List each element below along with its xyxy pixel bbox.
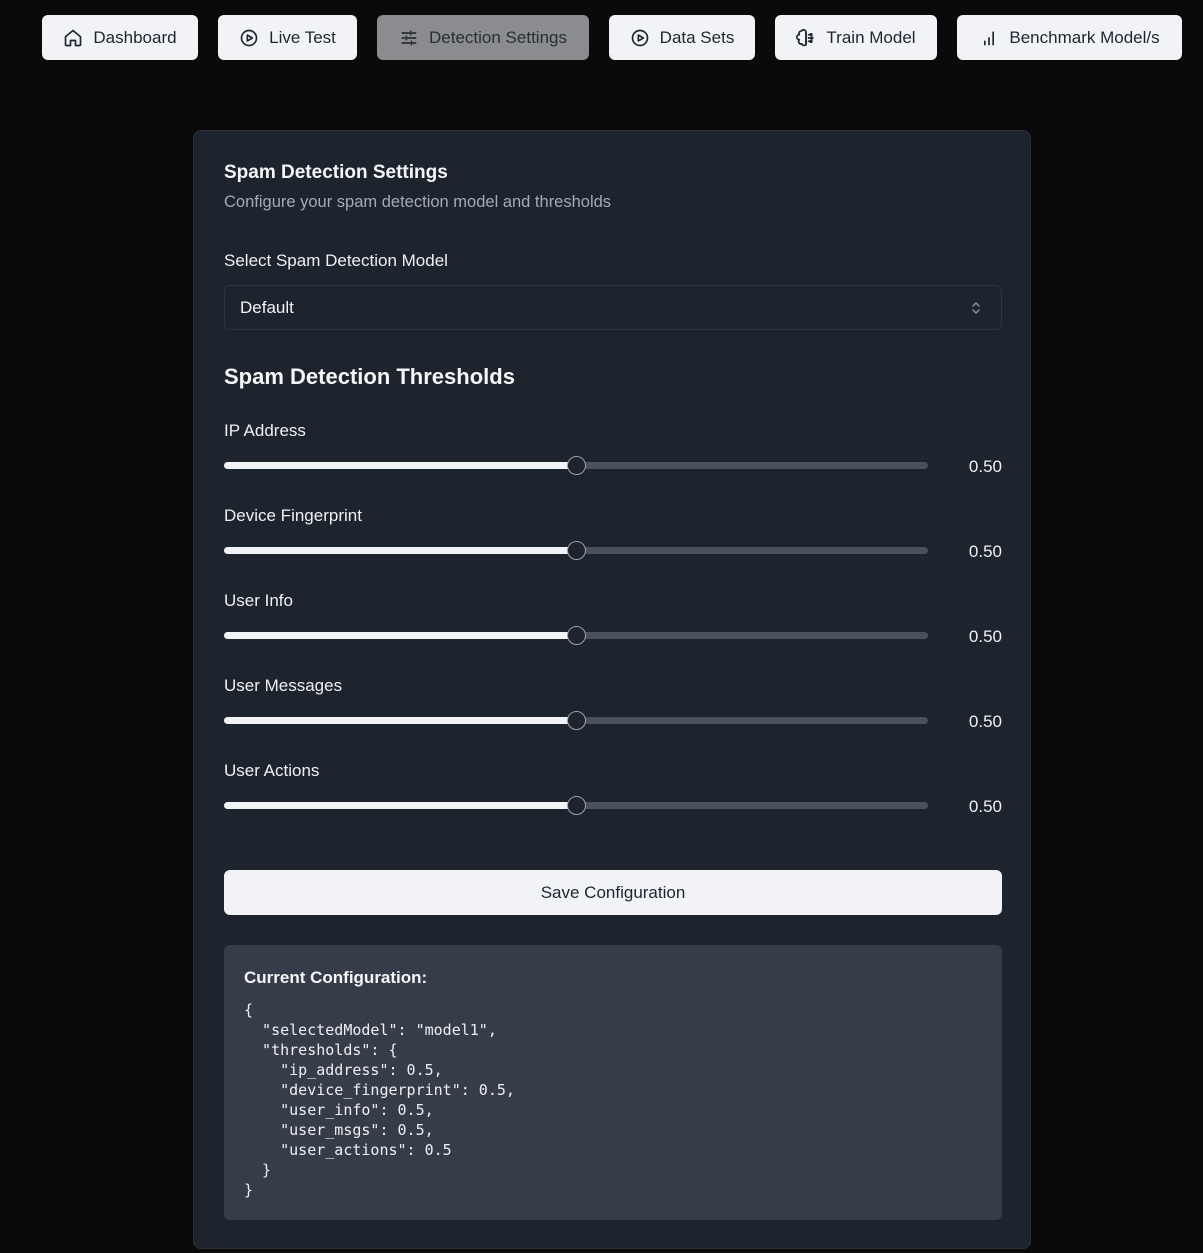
slider-ip-address: IP Address 0.50	[224, 421, 1002, 481]
slider-fill	[224, 462, 576, 469]
sliders-icon	[399, 28, 419, 48]
slider-value: 0.50	[968, 542, 1002, 561]
nav-dashboard-button[interactable]: Dashboard	[42, 15, 198, 60]
bar-chart-icon	[979, 28, 999, 48]
chevron-up-down-icon	[969, 299, 983, 317]
play-circle-icon	[630, 28, 650, 48]
slider-track[interactable]	[224, 626, 928, 645]
slider-thumb[interactable]	[566, 626, 586, 645]
slider-user-actions: User Actions 0.50	[224, 761, 1002, 821]
slider-thumb[interactable]	[566, 456, 586, 475]
slider-user-messages: User Messages 0.50	[224, 676, 1002, 736]
card-title: Spam Detection Settings	[224, 162, 448, 183]
slider-track[interactable]	[224, 796, 928, 815]
nav-detection-settings-label: Detection Settings	[429, 27, 567, 47]
model-select[interactable]: Default	[224, 285, 1002, 330]
nav-live-test-label: Live Test	[269, 27, 336, 47]
slider-fill	[224, 717, 576, 724]
save-configuration-button[interactable]: Save Configuration	[224, 870, 1002, 915]
slider-label: User Info	[224, 591, 293, 610]
nav-data-sets-button[interactable]: Data Sets	[609, 15, 755, 60]
slider-thumb[interactable]	[566, 711, 586, 730]
slider-thumb[interactable]	[566, 541, 586, 560]
slider-device-fingerprint: Device Fingerprint 0.50	[224, 506, 1002, 566]
slider-value: 0.50	[968, 797, 1002, 816]
slider-label: Device Fingerprint	[224, 506, 362, 525]
slider-track[interactable]	[224, 541, 928, 560]
nav-dashboard-label: Dashboard	[93, 27, 177, 47]
brain-icon	[796, 28, 816, 48]
slider-label: IP Address	[224, 421, 306, 440]
slider-track[interactable]	[224, 711, 928, 730]
slider-thumb[interactable]	[566, 796, 586, 815]
slider-user-info: User Info 0.50	[224, 591, 1002, 651]
settings-card: Spam Detection Settings Configure your s…	[193, 130, 1031, 1249]
nav-train-model-button[interactable]: Train Model	[775, 15, 937, 60]
thresholds-title: Spam Detection Thresholds	[224, 364, 515, 389]
config-title: Current Configuration:	[244, 968, 428, 987]
slider-value: 0.50	[968, 457, 1002, 476]
top-navigation: Dashboard Live Test Detection Settings D…	[0, 15, 1203, 60]
nav-data-sets-label: Data Sets	[659, 27, 735, 47]
model-select-value: Default	[240, 297, 294, 317]
model-select-label: Select Spam Detection Model	[224, 251, 448, 270]
nav-train-model-label: Train Model	[826, 27, 916, 47]
slider-label: User Actions	[224, 761, 320, 780]
card-subtitle: Configure your spam detection model and …	[224, 193, 612, 211]
slider-label: User Messages	[224, 676, 343, 695]
play-circle-icon	[239, 28, 259, 48]
nav-detection-settings-button[interactable]: Detection Settings	[377, 15, 589, 60]
home-icon	[63, 28, 83, 48]
slider-fill	[224, 547, 576, 554]
current-configuration-panel: Current Configuration: { "selectedModel"…	[224, 945, 1002, 1220]
config-json: { "selectedModel": "model1", "thresholds…	[244, 1001, 515, 1199]
nav-benchmark-label: Benchmark Model/s	[1009, 27, 1160, 47]
slider-value: 0.50	[968, 627, 1002, 646]
nav-live-test-button[interactable]: Live Test	[218, 15, 357, 60]
slider-fill	[224, 802, 576, 809]
slider-track[interactable]	[224, 456, 928, 475]
slider-fill	[224, 632, 576, 639]
nav-benchmark-button[interactable]: Benchmark Model/s	[957, 15, 1182, 60]
slider-value: 0.50	[968, 712, 1002, 731]
